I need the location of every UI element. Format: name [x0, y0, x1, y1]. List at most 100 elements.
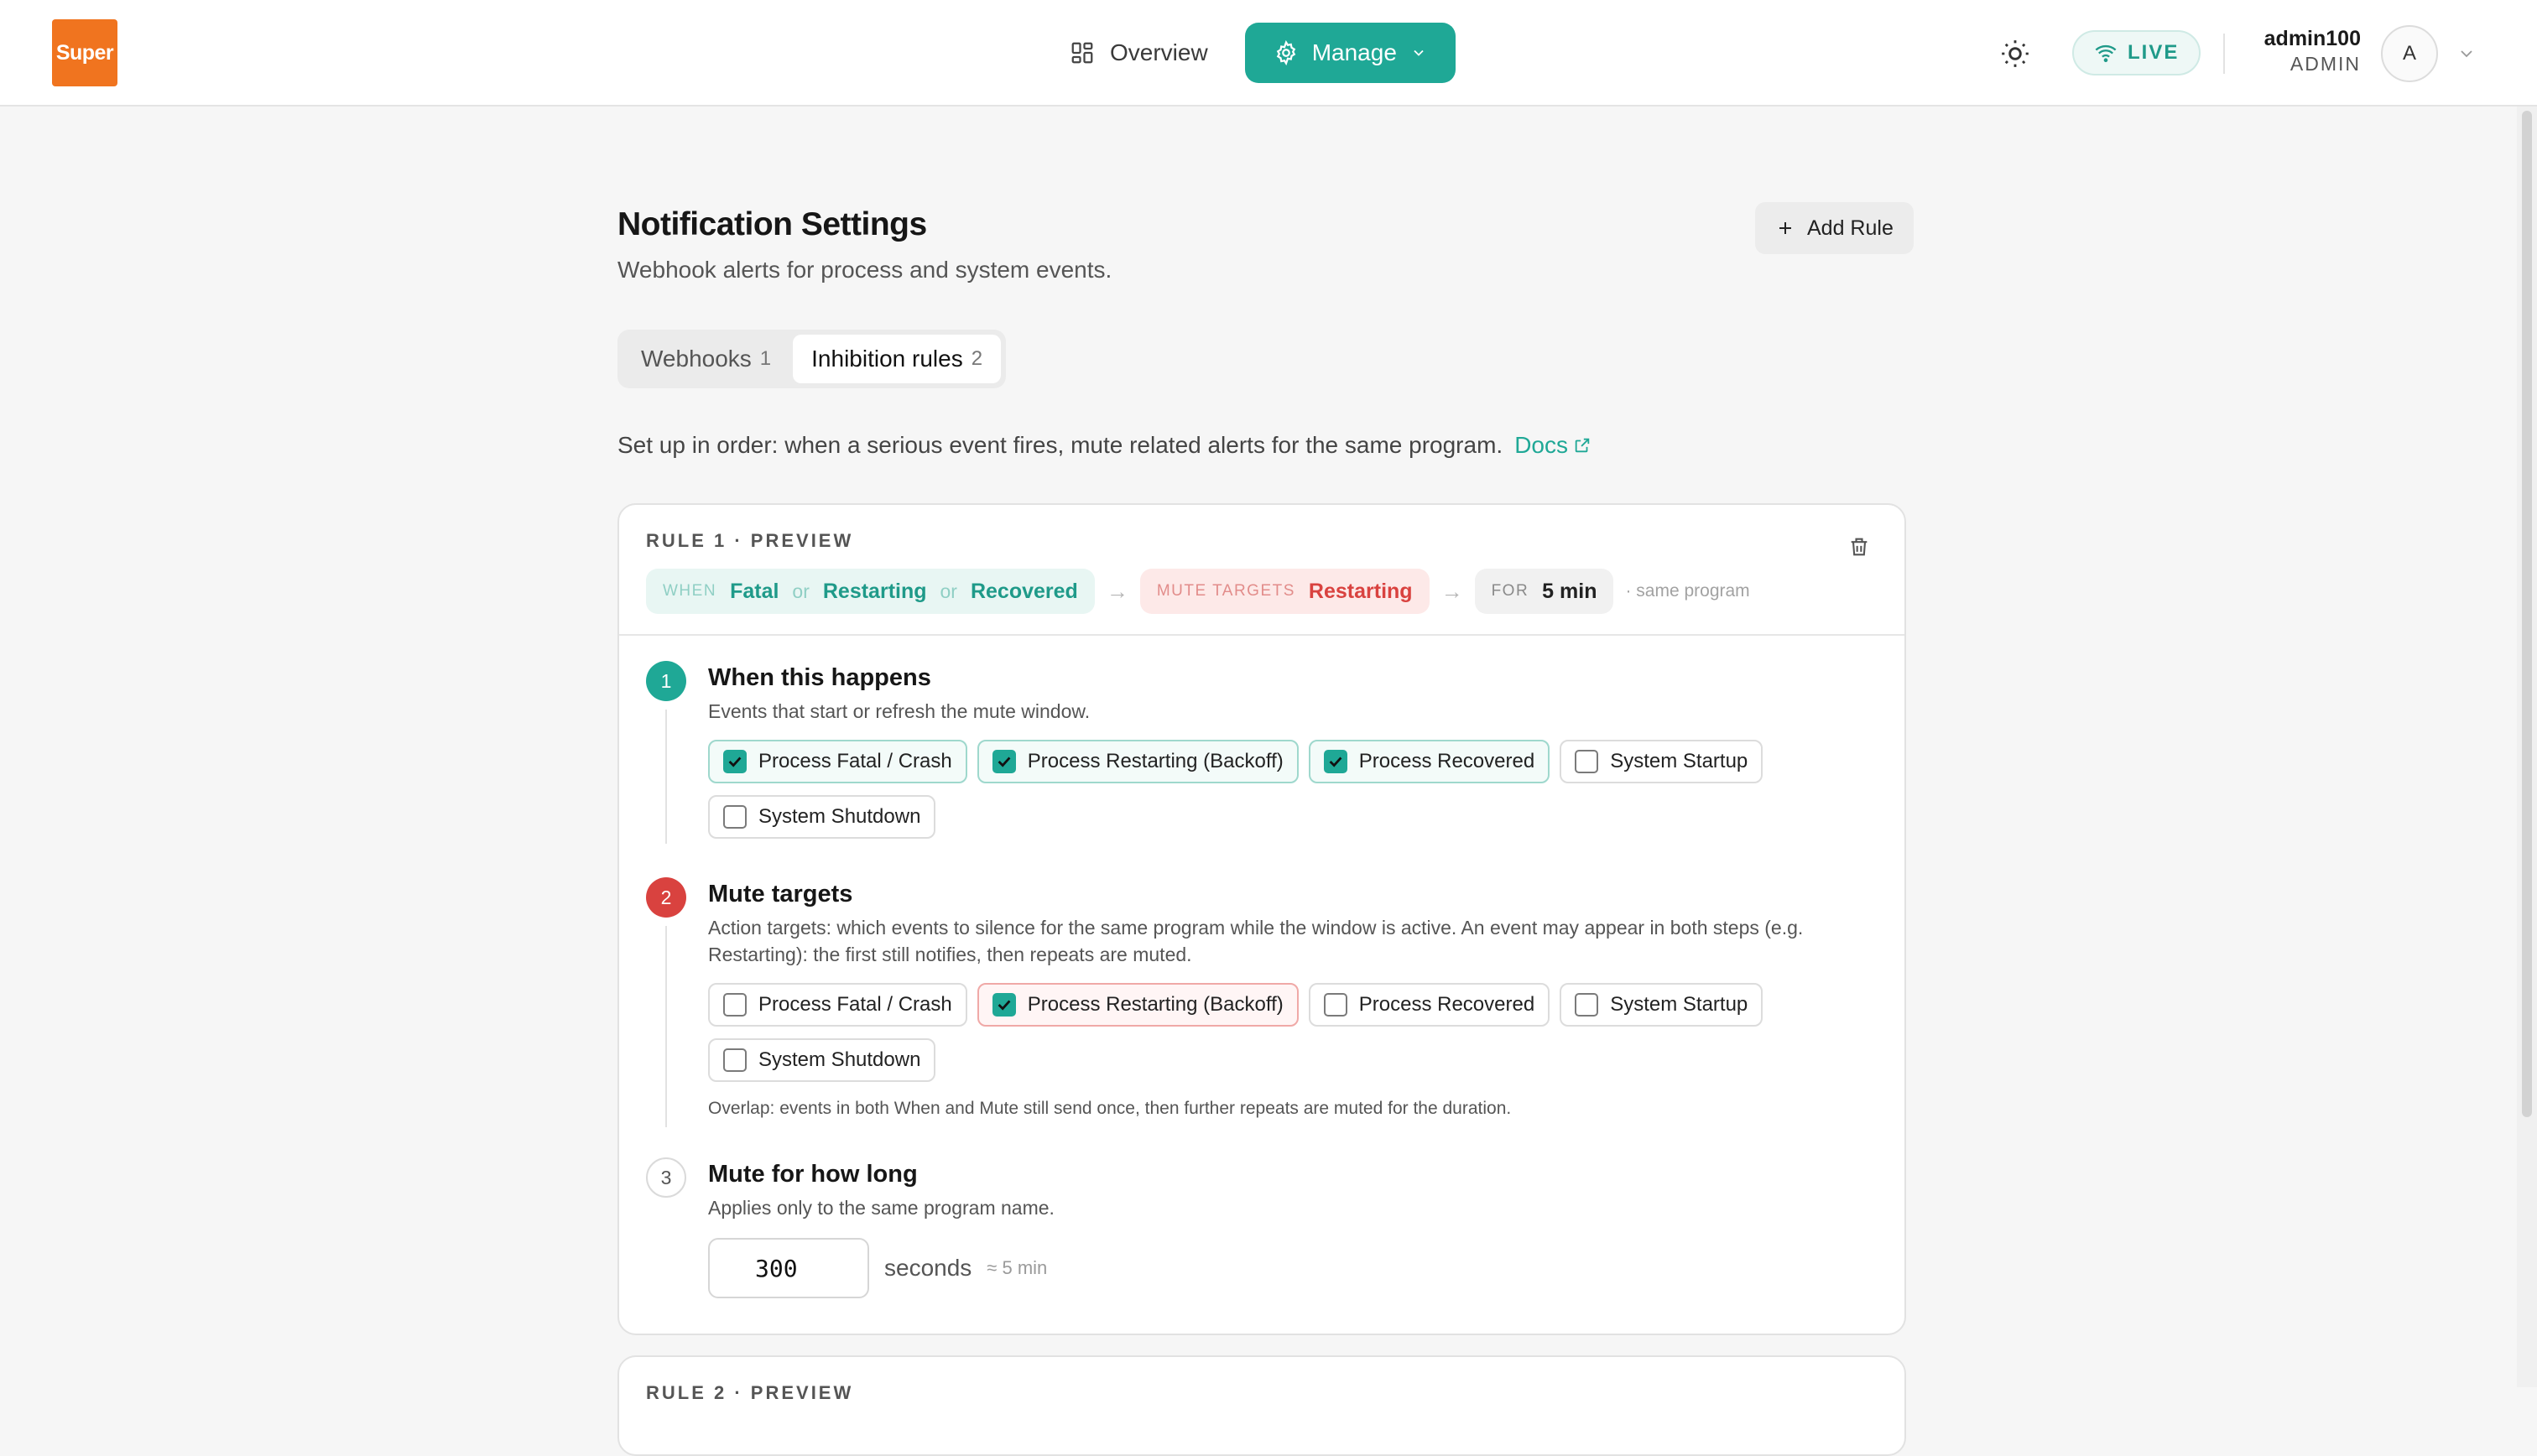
step-title: Mute targets — [708, 881, 853, 907]
option-label: Process Fatal / Crash — [758, 750, 952, 772]
nav-overview[interactable]: Overview — [1070, 39, 1208, 66]
checkbox-unchecked[interactable] — [723, 993, 747, 1017]
step-connector — [665, 710, 667, 844]
when-value: Restarting — [822, 579, 927, 603]
rule-card: RULE 2 · PREVIEW — [617, 1355, 1906, 1456]
tab-count: 1 — [759, 347, 772, 370]
arrow-right-icon: → — [1440, 578, 1463, 604]
rule-card: RULE 1 · PREVIEW WHEN Fatal or Restartin… — [617, 503, 1906, 1335]
plus-icon — [1779, 222, 1791, 234]
tab-label: Webhooks — [641, 346, 752, 372]
mute-option-restarting[interactable]: Process Restarting (Backoff) — [977, 983, 1299, 1027]
duration-unit: seconds — [884, 1255, 972, 1281]
sun-icon — [2002, 40, 2029, 67]
top-bar: Super Overview Manage LIVE admin100 ADMI… — [0, 0, 2537, 107]
chevron-down-icon — [1414, 49, 1424, 56]
step-description: Events that start or refresh the mute wi… — [708, 700, 1091, 722]
tab-webhooks[interactable]: Webhooks 1 — [623, 335, 789, 383]
tab-count: 2 — [971, 347, 983, 370]
app-logo[interactable]: Super — [52, 19, 117, 86]
option-label: Process Restarting (Backoff) — [1027, 993, 1284, 1016]
live-label: LIVE — [2128, 41, 2180, 64]
page-subtitle: Webhook alerts for process and system ev… — [617, 257, 1112, 283]
step-duration: 3 Mute for how long Applies only to the … — [646, 1157, 1879, 1298]
page-title: Notification Settings — [617, 206, 927, 242]
when-option-recovered[interactable]: Process Recovered — [1308, 740, 1550, 783]
tab-bar: Webhooks 1 Inhibition rules 2 — [617, 330, 1007, 388]
checkbox-unchecked[interactable] — [723, 1048, 747, 1072]
user-role: ADMIN — [2290, 53, 2361, 75]
add-rule-label: Add Rule — [1807, 216, 1894, 240]
check-icon — [1329, 757, 1342, 767]
checkbox-unchecked[interactable] — [1575, 993, 1599, 1017]
main-nav: Overview Manage — [1070, 23, 1456, 83]
live-status-badge: LIVE — [2072, 30, 2201, 75]
rule-preview: WHEN Fatal or Restarting or Recovered → … — [646, 569, 1750, 614]
logo-text: Super — [55, 40, 114, 65]
rule-label: RULE 2 · PREVIEW — [646, 1382, 854, 1403]
gear-icon — [1276, 40, 1295, 65]
wifi-icon — [2095, 44, 2117, 63]
rule-label: RULE 1 · PREVIEW — [646, 530, 854, 551]
docs-link[interactable]: Docs — [1514, 432, 1591, 459]
tab-inhibition-rules[interactable]: Inhibition rules 2 — [793, 335, 1002, 383]
step-title: Mute for how long — [708, 1161, 918, 1188]
step-description: Action targets: which events to silence … — [708, 917, 1804, 965]
step-number: 3 — [646, 1157, 686, 1198]
when-option-shutdown[interactable]: System Shutdown — [708, 795, 936, 839]
or-word: or — [940, 580, 957, 602]
nav-manage-label: Manage — [1311, 39, 1397, 65]
duration-input[interactable]: 300 — [708, 1238, 869, 1298]
for-value: 5 min — [1542, 579, 1597, 603]
for-tag: FOR — [1491, 582, 1529, 600]
intro-description: Set up in order: when a serious event fi… — [617, 432, 1503, 458]
option-label: System Shutdown — [758, 805, 921, 828]
preview-mute-chip: MUTE TARGETS Restarting — [1139, 569, 1430, 614]
mute-option-fatal[interactable]: Process Fatal / Crash — [708, 983, 967, 1027]
overlap-note: Overlap: events in both When and Mute st… — [708, 1099, 1512, 1118]
scrollbar-thumb[interactable] — [2522, 111, 2532, 1117]
when-option-restarting[interactable]: Process Restarting (Backoff) — [977, 740, 1299, 783]
checkbox-checked[interactable] — [723, 750, 747, 773]
or-word: or — [792, 580, 810, 602]
nav-overview-label: Overview — [1110, 39, 1208, 65]
checkbox-checked[interactable] — [992, 750, 1016, 773]
check-icon — [998, 757, 1011, 767]
check-icon — [998, 1000, 1011, 1011]
delete-rule-button[interactable] — [1847, 535, 1871, 563]
when-value: Recovered — [970, 579, 1078, 603]
theme-toggle-button[interactable] — [1997, 35, 2034, 72]
option-label: System Startup — [1610, 750, 1748, 772]
mute-value: Restarting — [1308, 579, 1413, 603]
docs-label: Docs — [1514, 432, 1568, 458]
checkbox-unchecked[interactable] — [723, 805, 747, 829]
step-description: Applies only to the same program name. — [708, 1197, 1055, 1219]
scope-note: · same program — [1625, 581, 1750, 601]
step-when: 1 When this happens Events that start or… — [646, 661, 1879, 844]
chevron-down-icon[interactable] — [2456, 44, 2477, 64]
rule-header: RULE 1 · PREVIEW WHEN Fatal or Restartin… — [619, 505, 1904, 636]
mute-option-shutdown[interactable]: System Shutdown — [708, 1038, 936, 1082]
preview-when-chip: WHEN Fatal or Restarting or Recovered — [646, 569, 1095, 614]
rule-steps: 1 When this happens Events that start or… — [646, 661, 1879, 1298]
checkbox-checked[interactable] — [992, 993, 1016, 1017]
checkbox-unchecked[interactable] — [1575, 750, 1599, 773]
when-option-fatal[interactable]: Process Fatal / Crash — [708, 740, 967, 783]
avatar[interactable]: A — [2381, 25, 2438, 82]
user-info[interactable]: admin100 ADMIN — [2257, 27, 2361, 75]
mute-option-startup[interactable]: System Startup — [1560, 983, 1763, 1027]
checkbox-checked[interactable] — [1323, 750, 1347, 773]
nav-manage[interactable]: Manage — [1244, 23, 1456, 83]
when-options: Process Fatal / Crash Process Restarting… — [708, 740, 1799, 839]
duration-row: 300 seconds ≈ 5 min — [708, 1238, 1879, 1298]
step-title: When this happens — [708, 664, 931, 691]
option-label: Process Recovered — [1358, 750, 1535, 772]
duration-approx: ≈ 5 min — [987, 1257, 1048, 1278]
when-tag: WHEN — [663, 582, 717, 600]
when-option-startup[interactable]: System Startup — [1560, 740, 1763, 783]
mute-option-recovered[interactable]: Process Recovered — [1308, 983, 1550, 1027]
checkbox-unchecked[interactable] — [1323, 993, 1347, 1017]
add-rule-button[interactable]: Add Rule — [1755, 202, 1914, 254]
grid-icon — [1071, 42, 1093, 64]
tab-label: Inhibition rules — [811, 346, 963, 372]
